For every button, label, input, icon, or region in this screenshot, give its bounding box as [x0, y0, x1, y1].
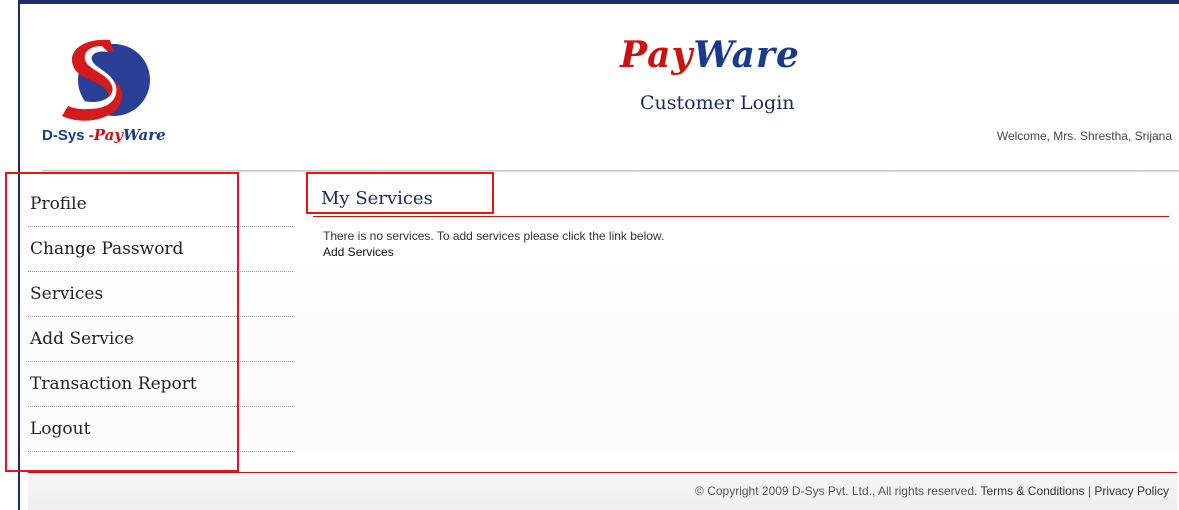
privacy-link[interactable]: Privacy Policy: [1094, 484, 1169, 498]
footer-text: © Copyright 2009 D-Sys Pvt. Ltd., All ri…: [695, 484, 1169, 498]
logo-text-dsys: D-Sys: [42, 127, 85, 144]
footer: © Copyright 2009 D-Sys Pvt. Ltd., All ri…: [28, 474, 1177, 510]
sidebar-item-change-password[interactable]: Change Password: [28, 227, 293, 272]
main-content: My Services There is no services. To add…: [313, 182, 1169, 259]
sidebar-item-profile[interactable]: Profile: [28, 182, 293, 227]
terms-link[interactable]: Terms & Conditions: [980, 484, 1084, 498]
brand-title-ware: Ware: [693, 34, 800, 76]
logo-text-pay: Pay: [93, 126, 124, 144]
welcome-message: Welcome, Mrs. Shrestha, Srijana: [996, 129, 1172, 143]
header-divider: [42, 170, 1179, 172]
brand-title: PayWare: [620, 34, 800, 76]
sidebar-item-transaction-report[interactable]: Transaction Report: [28, 362, 293, 407]
logo-text-dash: -: [84, 127, 94, 144]
logo-mark-icon: [62, 39, 150, 121]
dsys-payware-logo: D-Sys -PayWare: [42, 34, 192, 154]
copyright-text: © Copyright 2009 D-Sys Pvt. Ltd., All ri…: [695, 484, 978, 498]
brand-title-pay: Pay: [620, 34, 694, 76]
logo-wordmark: D-Sys -PayWare: [42, 126, 166, 145]
page-subtitle: Customer Login: [640, 92, 795, 114]
footer-separator: |: [1087, 484, 1091, 498]
page: D-Sys -PayWare PayWare Customer Login We…: [5, 4, 1179, 510]
logo-text-ware: Ware: [123, 126, 166, 144]
section-title: My Services: [313, 182, 1169, 217]
add-services-link[interactable]: Add Services: [323, 245, 1169, 259]
sidebar-item-services[interactable]: Services: [28, 272, 293, 317]
sidebar-item-logout[interactable]: Logout: [28, 407, 293, 452]
empty-services-message: There is no services. To add services pl…: [323, 229, 665, 243]
sidebar-menu: Profile Change Password Services Add Ser…: [28, 182, 293, 452]
footer-divider: [28, 472, 1177, 473]
sidebar-item-add-service[interactable]: Add Service: [28, 317, 293, 362]
